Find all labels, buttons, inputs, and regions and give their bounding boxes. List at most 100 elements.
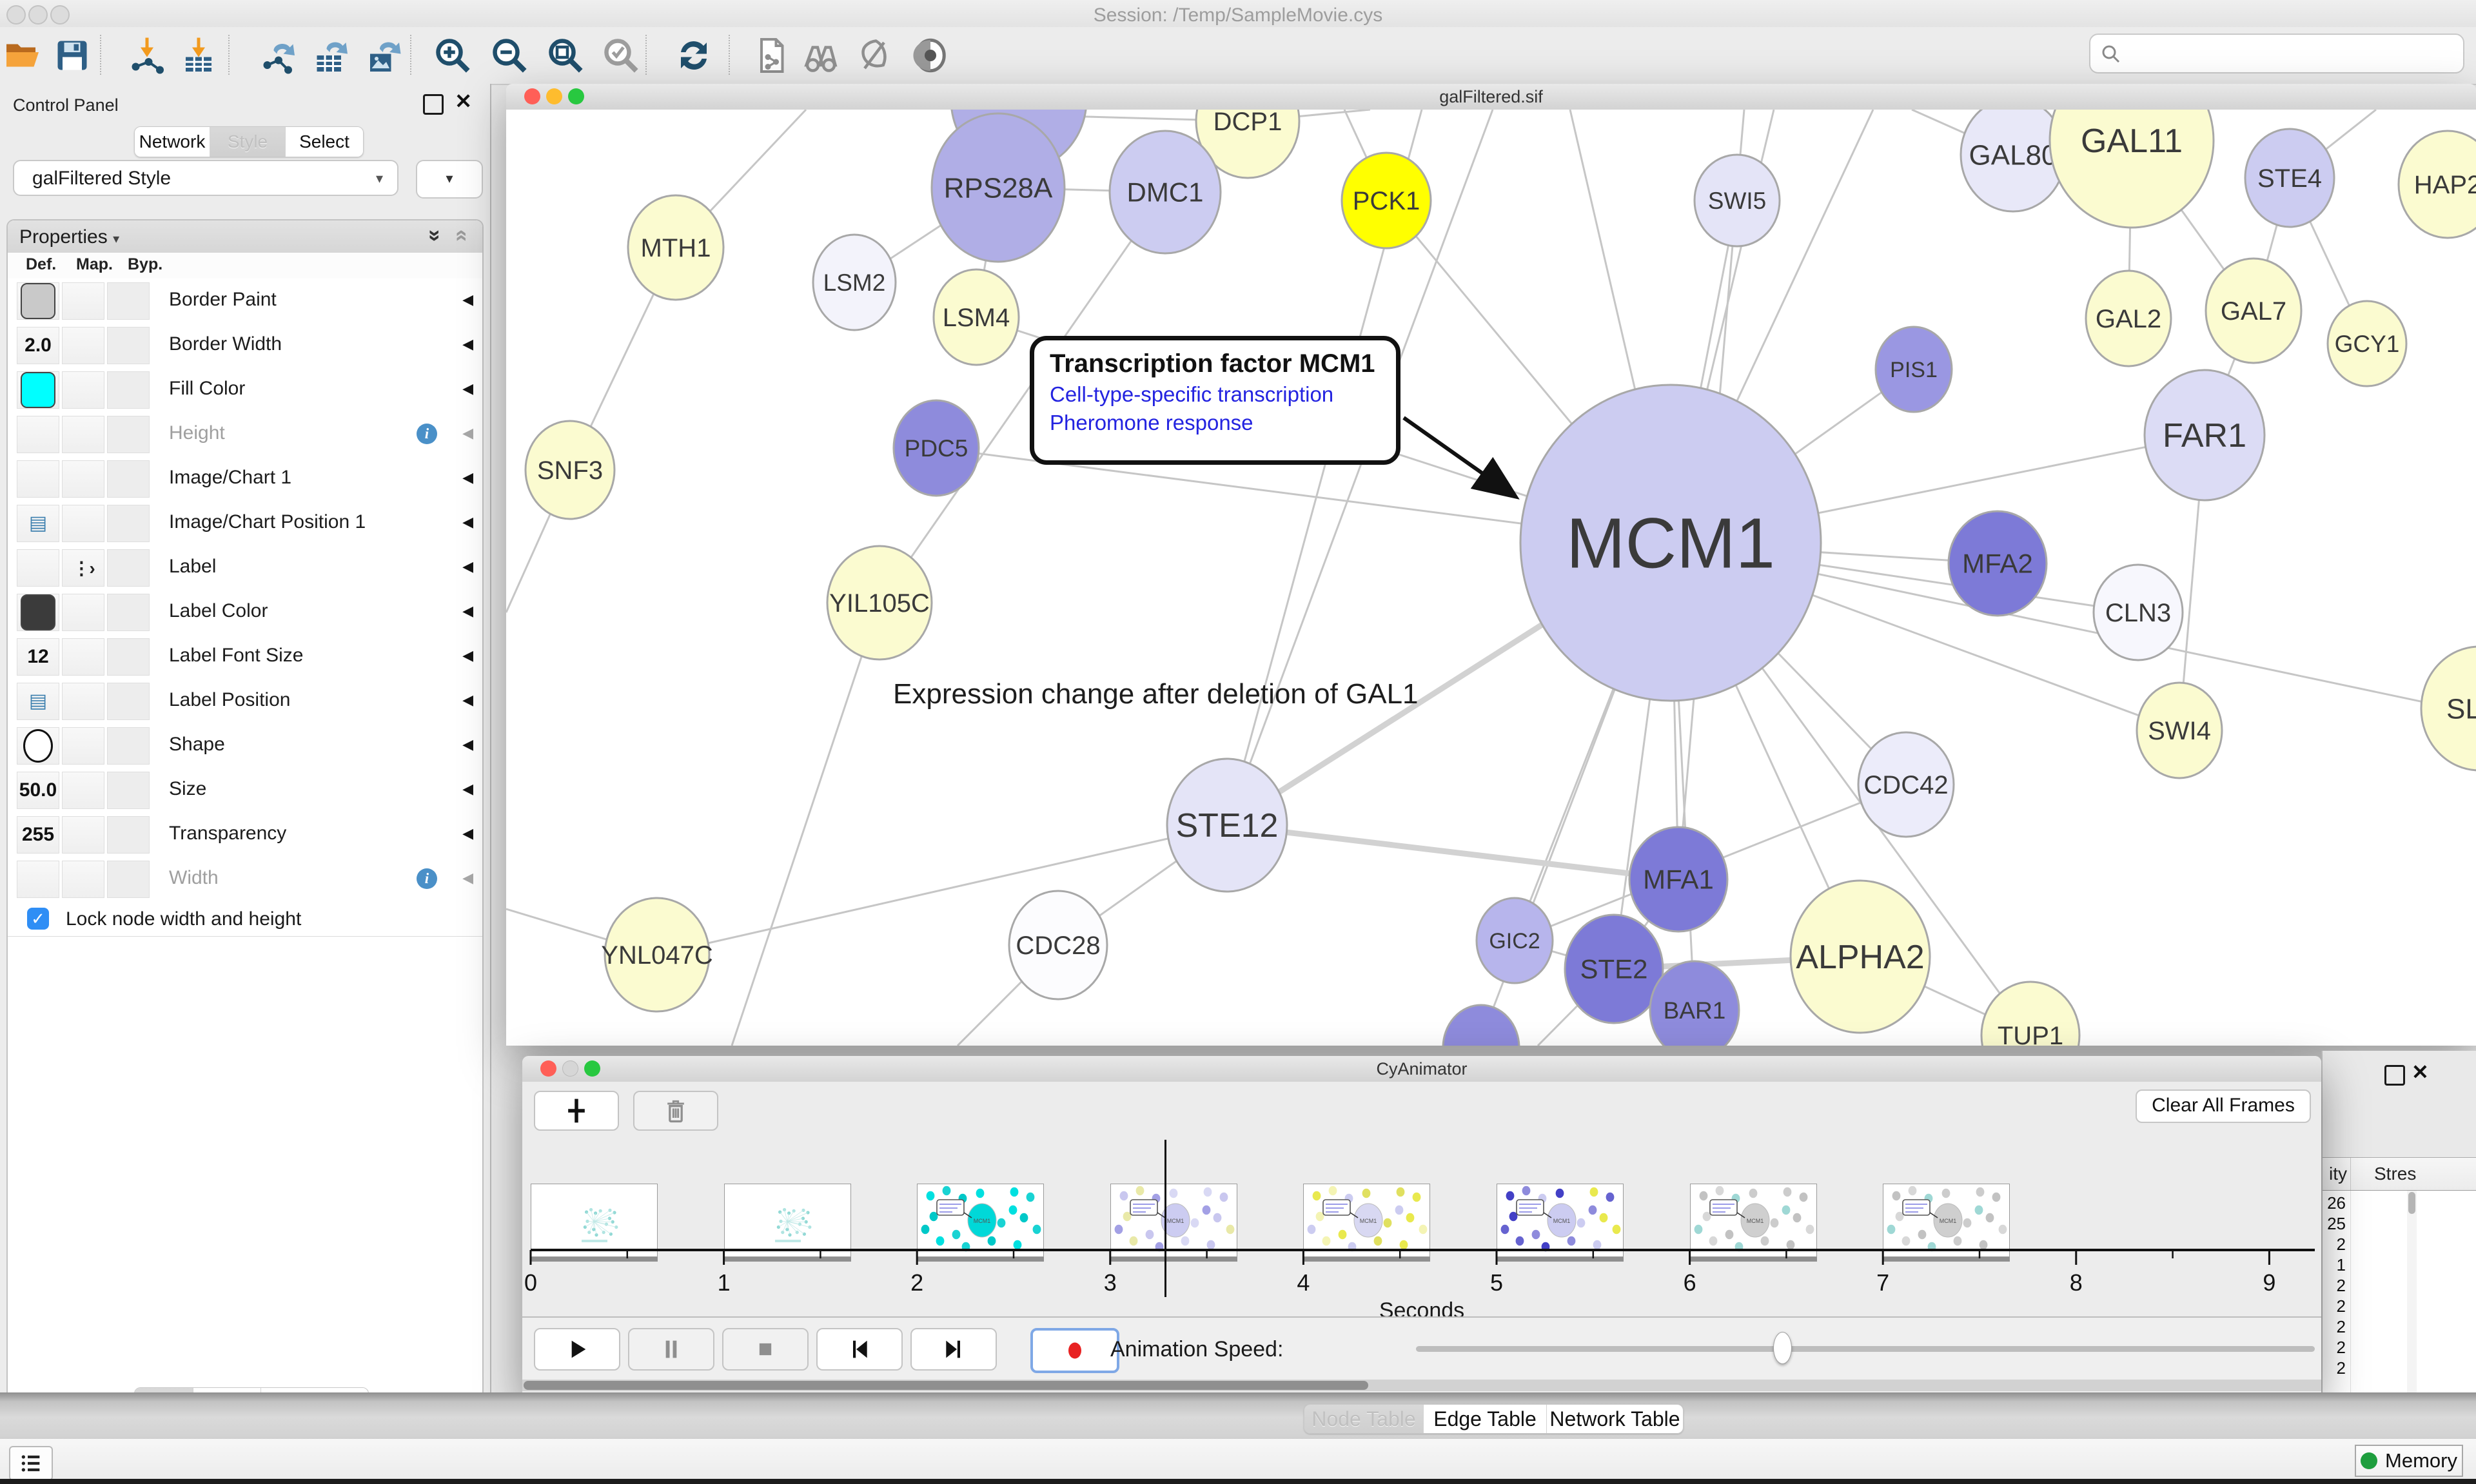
network-node-MCM1[interactable]: MCM1	[1520, 385, 1821, 701]
table-cell-value[interactable]: 2	[2323, 1338, 2346, 1358]
tab-style[interactable]: Style	[210, 127, 286, 157]
export-network-icon[interactable]	[259, 36, 298, 75]
expand-row-icon[interactable]: ◀	[462, 825, 473, 842]
property-row-label[interactable]: ⋮›Label◀	[8, 545, 482, 591]
tab-select[interactable]: Select	[286, 127, 363, 157]
table-col-centrality[interactable]: ity	[2323, 1164, 2347, 1184]
property-row-transparency[interactable]: 255Transparency◀	[8, 812, 482, 857]
refresh-layout-icon[interactable]	[674, 36, 713, 75]
bypass-cell[interactable]	[107, 327, 150, 364]
default-value-cell[interactable]: ▤	[17, 683, 59, 720]
zoom-selected-icon[interactable]	[602, 36, 640, 75]
collapse-all-icon[interactable]: «	[449, 229, 475, 242]
table-cell-value[interactable]: 1	[2323, 1255, 2346, 1275]
stop-button[interactable]	[722, 1328, 809, 1371]
timeline-playhead[interactable]	[1164, 1140, 1166, 1297]
expand-row-icon[interactable]: ◀	[462, 736, 473, 753]
bypass-cell[interactable]	[107, 816, 150, 854]
network-node-STE12[interactable]: STE12	[1167, 759, 1287, 892]
doc-network-icon[interactable]	[752, 36, 791, 75]
bypass-cell[interactable]	[107, 416, 150, 453]
network-node-YNL047C[interactable]: YNL047C	[601, 898, 712, 1011]
timeline-scrollbar[interactable]	[522, 1380, 2321, 1391]
import-network-icon[interactable]	[128, 36, 166, 75]
annotation-link[interactable]: Cell-type-specific transcription	[1050, 382, 1380, 407]
property-row-width[interactable]: Widthi◀	[8, 857, 482, 902]
go-to-end-button[interactable]	[910, 1328, 997, 1371]
network-node-MFA2[interactable]: MFA2	[1949, 511, 2047, 616]
network-node-CLN3[interactable]: CLN3	[2094, 565, 2183, 660]
network-node-PCK1[interactable]: PCK1	[1342, 153, 1431, 248]
property-row-height[interactable]: Heighti◀	[8, 412, 482, 457]
network-node-STE2[interactable]: STE2	[1565, 915, 1663, 1023]
network-node-MTH1[interactable]: MTH1	[628, 195, 723, 300]
property-row-image-chart-position-1[interactable]: ▤Image/Chart Position 1◀	[8, 501, 482, 546]
expand-row-icon[interactable]: ◀	[462, 380, 473, 397]
network-node-STE4[interactable]: STE4	[2245, 129, 2334, 227]
info-icon[interactable]: i	[417, 424, 437, 444]
mapping-cell[interactable]	[62, 327, 104, 364]
go-to-start-button[interactable]	[816, 1328, 903, 1371]
table-col-stress[interactable]: Stres	[2374, 1164, 2416, 1184]
default-value-cell[interactable]	[17, 549, 59, 587]
close-panel-icon[interactable]: ✕	[455, 93, 472, 110]
default-value-cell[interactable]	[17, 282, 59, 320]
network-node-FAR1[interactable]: FAR1	[2145, 370, 2265, 500]
default-value-cell[interactable]: 50.0	[17, 772, 59, 809]
add-frame-button[interactable]	[534, 1091, 619, 1131]
property-row-fill-color[interactable]: Fill Color◀	[8, 367, 482, 413]
network-node-partial[interactable]	[1443, 1005, 1519, 1046]
zoom-fit-icon[interactable]	[546, 36, 585, 75]
network-window-titlebar[interactable]: galFiltered.sif	[506, 84, 2476, 110]
default-value-cell[interactable]	[17, 861, 59, 898]
network-node-TUP1[interactable]: TUP1	[1981, 982, 2079, 1046]
mapping-cell[interactable]	[62, 772, 104, 809]
network-node-GAL7[interactable]: GAL7	[2206, 259, 2301, 363]
style-selector[interactable]: galFiltered Style ▾	[13, 160, 398, 196]
network-node-MFA1[interactable]: MFA1	[1629, 827, 1727, 932]
mapping-cell[interactable]	[62, 371, 104, 409]
tab-network-table[interactable]: Network Table	[1547, 1405, 1683, 1433]
bypass-cell[interactable]	[107, 282, 150, 320]
default-value-cell[interactable]	[17, 594, 59, 631]
default-value-cell[interactable]: 255	[17, 816, 59, 854]
save-session-icon[interactable]	[53, 36, 92, 75]
network-node-YIL105C[interactable]: YIL105C	[827, 546, 932, 659]
table-cell-value[interactable]: 2	[2323, 1276, 2346, 1296]
default-value-cell[interactable]	[17, 460, 59, 498]
expand-row-icon[interactable]: ◀	[462, 647, 473, 664]
property-row-shape[interactable]: Shape◀	[8, 723, 482, 768]
property-row-label-color[interactable]: Label Color◀	[8, 590, 482, 635]
network-node-LSM4[interactable]: LSM4	[934, 269, 1019, 365]
lock-size-checkbox[interactable]: ✓	[27, 908, 49, 930]
network-node-BAR1[interactable]: BAR1	[1650, 961, 1739, 1046]
expand-row-icon[interactable]: ◀	[462, 558, 473, 575]
pause-button[interactable]	[628, 1328, 714, 1371]
bypass-cell[interactable]	[107, 683, 150, 720]
mapping-cell[interactable]	[62, 683, 104, 720]
close-panel-icon[interactable]: ✕	[2412, 1064, 2429, 1080]
mapping-cell[interactable]	[62, 505, 104, 542]
panel-list-button[interactable]	[9, 1446, 53, 1481]
network-node-GAL80[interactable]: GAL80	[1961, 110, 2065, 211]
record-button[interactable]	[1030, 1328, 1119, 1373]
bypass-cell[interactable]	[107, 861, 150, 898]
mapping-cell[interactable]	[62, 282, 104, 320]
bypass-cell[interactable]	[107, 638, 150, 676]
expand-row-icon[interactable]: ◀	[462, 469, 473, 486]
expand-row-icon[interactable]: ◀	[462, 336, 473, 353]
delete-frame-button[interactable]	[633, 1091, 718, 1131]
table-cell-value[interactable]: 2	[2323, 1296, 2346, 1316]
expand-row-icon[interactable]: ◀	[462, 603, 473, 620]
default-value-cell[interactable]: ▤	[17, 505, 59, 542]
bypass-cell[interactable]	[107, 727, 150, 765]
table-cell-value[interactable]: 26	[2323, 1193, 2346, 1213]
network-node-SNF3[interactable]: SNF3	[526, 421, 614, 519]
cyanimator-timeline[interactable]: MCM1MCM1MCM1MCM1MCM1MCM1 0123456789 Seco…	[522, 1137, 2321, 1316]
property-row-label-position[interactable]: ▤Label Position◀	[8, 679, 482, 724]
network-node-GAL2[interactable]: GAL2	[2086, 271, 2171, 366]
tab-network[interactable]: Network	[135, 127, 210, 157]
network-node-HAP2[interactable]: HAP2	[2399, 131, 2476, 238]
tab-edge-table[interactable]: Edge Table	[1424, 1405, 1547, 1433]
default-value-cell[interactable]: 2.0	[17, 327, 59, 364]
